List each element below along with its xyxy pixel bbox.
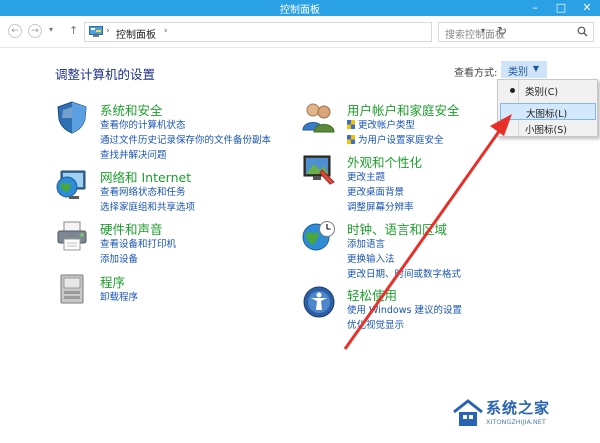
link-uninstall-program[interactable]: 卸载程序 [100,289,138,303]
uac-shield-icon [347,135,355,144]
breadcrumb-chevron-icon[interactable]: › [164,26,168,36]
uac-shield-icon [347,120,355,129]
search-placeholder: 搜索控制面板 [445,30,505,41]
link-change-theme[interactable]: 更改主题 [347,169,385,183]
forward-button[interactable]: → [28,24,42,38]
link-change-account-type[interactable]: 更改帐户类型 [347,117,415,131]
printer-icon[interactable] [55,219,89,253]
menu-item-label: 小图标(S) [525,125,567,136]
users-icon[interactable] [302,100,336,134]
menu-item-label: 大图标(L) [526,109,568,120]
watermark: 系统之家 XITONGZHIJIA.NET [448,390,600,443]
window-controls: – □ ✕ [522,0,600,16]
link-add-device[interactable]: 添加设备 [100,251,138,265]
breadcrumb-chevron-icon[interactable]: › [106,26,110,36]
link-view-computer-status[interactable]: 查看你的计算机状态 [100,117,186,131]
link-screen-resolution[interactable]: 调整屏幕分辨率 [347,199,414,213]
recent-locations-icon[interactable]: ▾ [49,25,53,34]
link-devices-printers[interactable]: 查看设备和打印机 [100,236,176,250]
menu-item-large-icons[interactable]: 大图标(L) [500,103,596,120]
control-panel-icon [89,26,103,37]
view-by-menu: 类别(C) 大图标(L) 小图标(S) [497,79,598,137]
menu-item-label: 类别(C) [525,87,559,98]
view-by-dropdown[interactable]: 类别 ▼ [501,61,547,78]
link-change-date-time-format[interactable]: 更改日期、时间或数字格式 [347,266,461,280]
link-family-safety[interactable]: 为用户设置家庭安全 [347,132,444,146]
chevron-down-icon: ▼ [532,64,539,73]
shield-icon[interactable] [55,100,89,134]
radio-selected-icon [510,88,515,93]
link-add-language[interactable]: 添加语言 [347,236,385,250]
view-by-label: 查看方式: [454,68,498,79]
up-button[interactable]: ↑ [69,24,78,37]
page-heading: 调整计算机的设置 [55,67,156,82]
close-button[interactable]: ✕ [574,0,600,16]
back-button[interactable]: ← [8,24,22,38]
search-icon[interactable] [577,26,588,37]
link-recommended-settings[interactable]: 使用 Windows 建议的设置 [347,302,462,316]
link-homegroup-sharing[interactable]: 选择家庭组和共享选项 [100,199,195,213]
link-label: 为用户设置家庭安全 [358,135,444,146]
search-input[interactable]: 搜索控制面板 [438,22,594,42]
appearance-icon[interactable] [302,152,336,186]
clock-globe-icon[interactable] [302,219,336,253]
house-logo-icon [453,399,483,426]
address-bar[interactable]: › 控制面板 › ▾ ↻ [84,22,507,42]
title-bar: 控制面板 – □ ✕ [0,0,600,16]
breadcrumb-control-panel[interactable]: 控制面板 [116,26,156,41]
menu-item-small-icons[interactable]: 小图标(S) [500,120,596,137]
view-by-value: 类别 [508,67,528,78]
link-change-input-method[interactable]: 更换输入法 [347,251,395,265]
link-optimize-visual-display[interactable]: 优化视觉显示 [347,317,404,331]
watermark-text: 系统之家 [486,399,551,417]
link-network-status[interactable]: 查看网络状态和任务 [100,184,186,198]
maximize-button[interactable]: □ [548,0,574,16]
link-change-background[interactable]: 更改桌面背景 [347,184,404,198]
globe-network-icon[interactable] [55,167,89,201]
programs-icon[interactable] [55,272,89,306]
minimize-button[interactable]: – [522,0,548,16]
window-title: 控制面板 [280,5,320,16]
link-troubleshoot[interactable]: 查找并解决问题 [100,147,167,161]
ease-of-access-icon[interactable] [302,285,336,319]
link-label: 更改帐户类型 [358,120,416,131]
watermark-url: XITONGZHIJIA.NET [486,418,546,426]
menu-item-category[interactable]: 类别(C) [500,82,596,99]
link-file-history-backup[interactable]: 通过文件历史记录保存你的文件备份副本 [100,132,271,146]
